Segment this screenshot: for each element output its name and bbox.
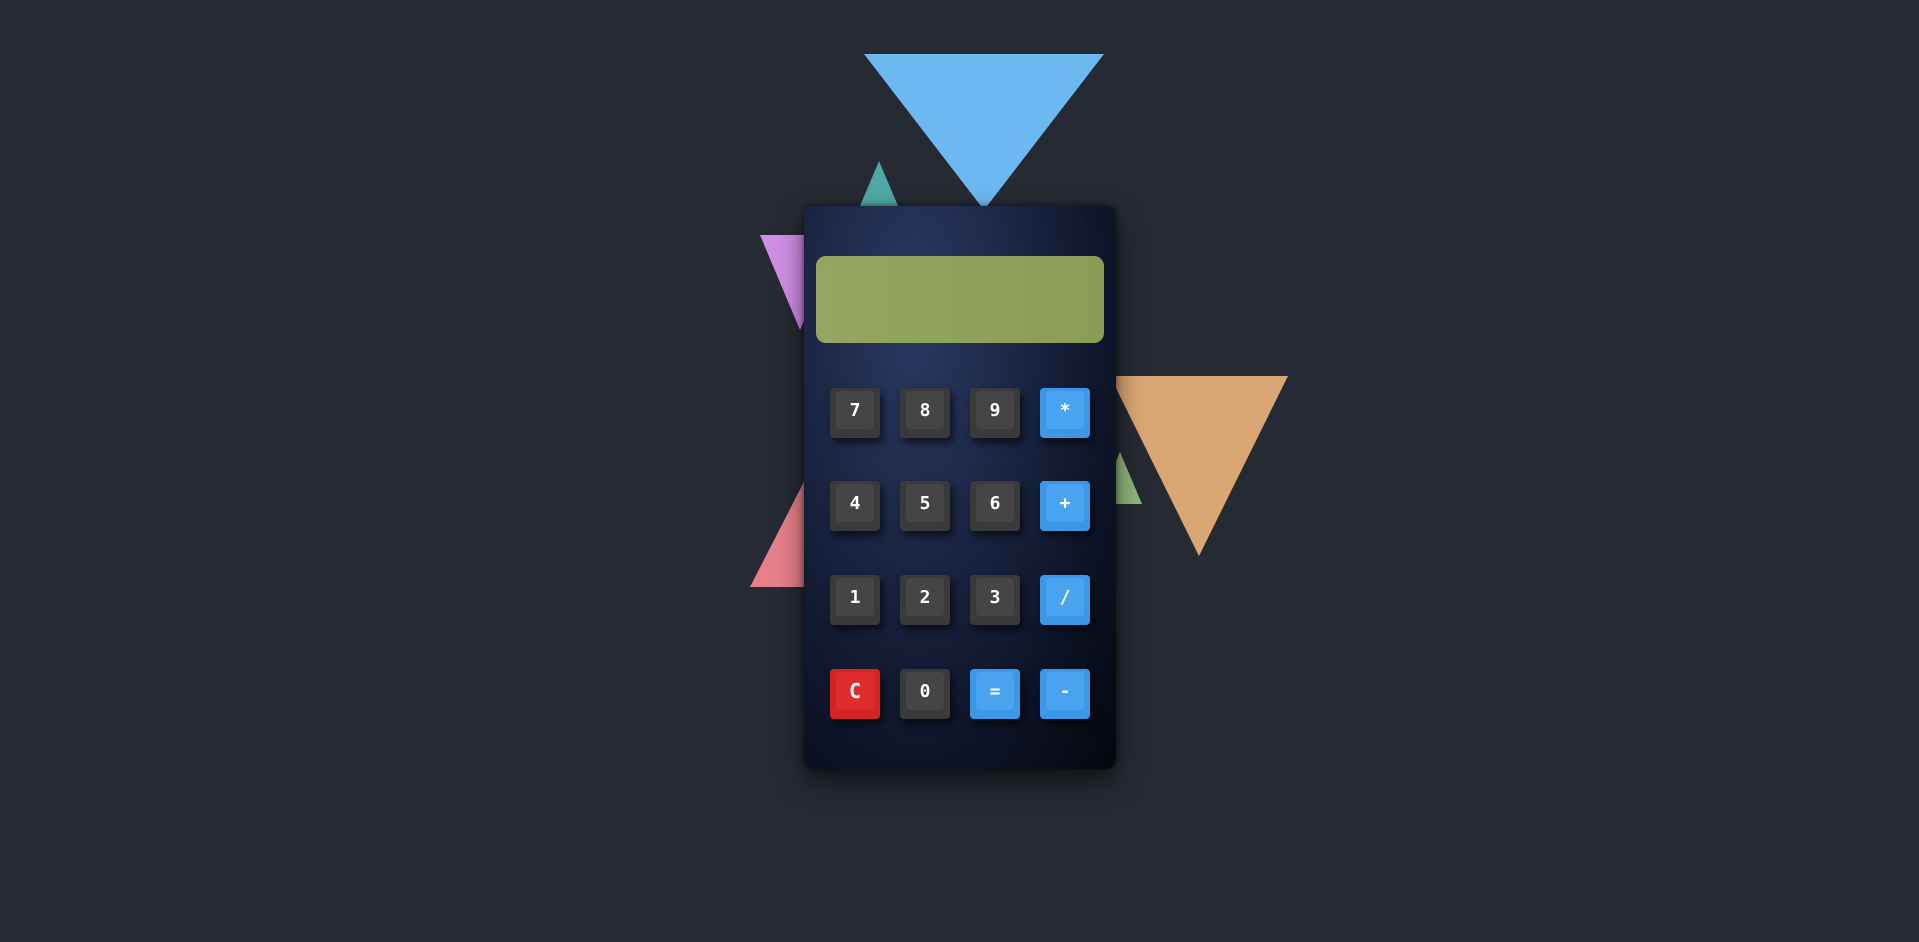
key-2[interactable]: 2 — [900, 575, 950, 625]
key-0-label: 0 — [906, 672, 944, 710]
page-background: 7 8 9 * 4 5 6 + 1 2 3 / C 0 = - — [0, 0, 1919, 942]
key-subtract-label: - — [1046, 672, 1084, 710]
key-3-label: 3 — [976, 578, 1014, 616]
key-1[interactable]: 1 — [830, 575, 880, 625]
key-multiply-label: * — [1046, 391, 1084, 429]
key-divide[interactable]: / — [1040, 575, 1090, 625]
key-6[interactable]: 6 — [970, 481, 1020, 531]
key-4[interactable]: 4 — [830, 481, 880, 531]
key-equals-label: = — [976, 672, 1014, 710]
key-multiply[interactable]: * — [1040, 388, 1090, 438]
key-equals[interactable]: = — [970, 669, 1020, 719]
decorative-triangle-orange — [1110, 376, 1288, 556]
key-divide-label: / — [1046, 578, 1084, 616]
key-2-label: 2 — [906, 578, 944, 616]
calculator-display — [816, 256, 1104, 343]
key-3[interactable]: 3 — [970, 575, 1020, 625]
key-1-label: 1 — [836, 578, 874, 616]
key-9-label: 9 — [976, 391, 1014, 429]
key-4-label: 4 — [836, 484, 874, 522]
key-0[interactable]: 0 — [900, 669, 950, 719]
calculator: 7 8 9 * 4 5 6 + 1 2 3 / C 0 = - — [804, 206, 1116, 769]
key-add-label: + — [1046, 484, 1084, 522]
key-9[interactable]: 9 — [970, 388, 1020, 438]
key-subtract[interactable]: - — [1040, 669, 1090, 719]
key-6-label: 6 — [976, 484, 1014, 522]
key-clear-label: C — [836, 672, 874, 710]
key-clear[interactable]: C — [830, 669, 880, 719]
key-5-label: 5 — [906, 484, 944, 522]
key-8-label: 8 — [906, 391, 944, 429]
key-7[interactable]: 7 — [830, 388, 880, 438]
key-8[interactable]: 8 — [900, 388, 950, 438]
key-7-label: 7 — [836, 391, 874, 429]
key-add[interactable]: + — [1040, 481, 1090, 531]
key-5[interactable]: 5 — [900, 481, 950, 531]
